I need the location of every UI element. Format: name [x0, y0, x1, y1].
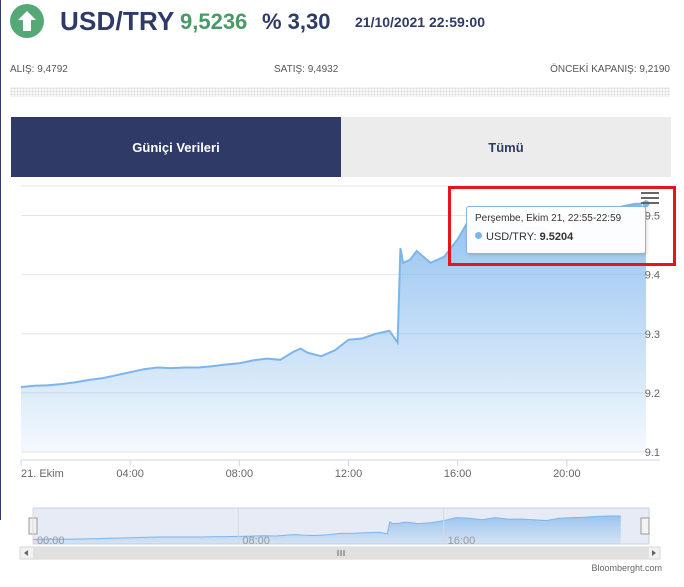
x-tick-label: 16:00 [444, 468, 472, 480]
tab-all-label: Tümü [488, 139, 524, 155]
up-arrow-icon [10, 4, 44, 38]
chart-credit[interactable]: Bloomberght.com [591, 563, 662, 573]
highlight-box [448, 186, 676, 266]
y-tick-label: 9.1 [645, 447, 660, 459]
ask-price: SATIŞ: 9,4932 [274, 64, 339, 75]
dotted-divider [10, 87, 670, 97]
currency-pair: USD/TRY [60, 6, 175, 36]
y-tick-label: 9.4 [645, 270, 660, 282]
bid-price: ALIŞ: 9,4792 [10, 64, 68, 75]
x-tick-label: 20:00 [553, 468, 581, 480]
tab-all[interactable]: Tümü [341, 117, 671, 177]
x-tick-label: 08:00 [226, 468, 254, 480]
navigator-tick-label: 16:00 [448, 535, 476, 547]
x-tick-label: 12:00 [335, 468, 363, 480]
y-tick-label: 9.2 [645, 388, 660, 400]
quote-datetime: 21/10/2021 22:59:00 [355, 14, 485, 30]
tab-intraday-label: Güniçi Verileri [132, 139, 220, 155]
x-tick-label: 04:00 [116, 468, 144, 480]
x-tick-label: 21. Ekim [21, 468, 64, 480]
y-tick-label: 9.3 [645, 329, 660, 341]
current-price: 9,5236 [180, 9, 248, 34]
navigator-right-handle [640, 517, 650, 535]
quote-details: ALIŞ: 9,4792 SATIŞ: 9,4932 ÖNCEKİ KAPANI… [10, 64, 670, 78]
navigator-tick-label: 00:00 [37, 535, 65, 547]
percent-change: % 3,30 [262, 9, 331, 34]
tab-intraday[interactable]: Güniçi Verileri [11, 117, 341, 177]
previous-close: ÖNCEKİ KAPANIŞ: 9,2190 [550, 64, 670, 75]
navigator-tick-label: 08:00 [242, 535, 270, 547]
quote-header: USD/TRY 9,5236 % 3,30 21/10/2021 22:59:0… [10, 4, 674, 38]
